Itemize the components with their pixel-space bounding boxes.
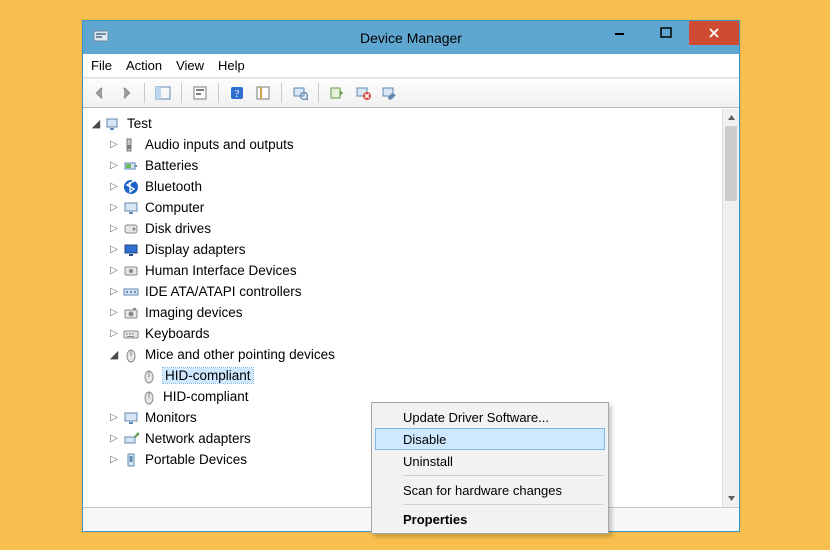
menu-action[interactable]: Action (126, 58, 162, 73)
minimize-button[interactable] (597, 21, 643, 45)
expand-arrow-icon[interactable]: ▷ (107, 201, 121, 215)
expand-arrow-icon[interactable]: ▷ (107, 159, 121, 173)
maximize-button[interactable] (643, 21, 689, 45)
tree-node[interactable]: ▷ Bluetooth (89, 176, 722, 197)
ctx-separator (403, 475, 603, 476)
network-icon (123, 431, 139, 447)
tree-node-label: Portable Devices (145, 452, 247, 467)
expand-arrow-icon[interactable]: ▷ (107, 327, 121, 341)
tree-node-label: Batteries (145, 158, 198, 173)
disable-button[interactable] (378, 82, 400, 104)
mouse-icon (141, 368, 157, 384)
expand-arrow-icon[interactable]: ▷ (107, 222, 121, 236)
ctx-separator (403, 504, 603, 505)
tree-node[interactable]: ▷ IDE ATA/ATAPI controllers (89, 281, 722, 302)
tree-node[interactable]: ▷ Human Interface Devices (89, 260, 722, 281)
scan-hardware-button[interactable] (289, 82, 311, 104)
context-menu: Update Driver Software... Disable Uninst… (371, 402, 609, 534)
monitor-icon (123, 410, 139, 426)
svg-text:?: ? (235, 88, 240, 100)
mouse-icon (141, 389, 157, 405)
back-button[interactable] (89, 82, 111, 104)
portable-icon (123, 452, 139, 468)
device-manager-window: Device Manager File Action View Help (82, 20, 740, 532)
uninstall-button[interactable] (352, 82, 374, 104)
speaker-icon (123, 137, 139, 153)
tree-node-label: Test (127, 116, 152, 131)
ctx-uninstall[interactable]: Uninstall (375, 450, 605, 472)
scroll-down-arrow[interactable] (723, 490, 739, 507)
vertical-scrollbar[interactable] (722, 109, 739, 507)
toolbar: ? (83, 78, 739, 108)
tree-node-label: Display adapters (145, 242, 246, 257)
disk-icon (123, 221, 139, 237)
forward-button[interactable] (115, 82, 137, 104)
ide-icon (123, 284, 139, 300)
keyboard-icon (123, 326, 139, 342)
menu-file[interactable]: File (91, 58, 112, 73)
titlebar: Device Manager (83, 21, 739, 54)
tree-node[interactable]: ▷ Keyboards (89, 323, 722, 344)
display-icon (123, 242, 139, 258)
menu-view[interactable]: View (176, 58, 204, 73)
tree-node-label: Keyboards (145, 326, 210, 341)
tree-node[interactable]: ▷ Batteries (89, 155, 722, 176)
menu-help[interactable]: Help (218, 58, 245, 73)
expand-arrow-icon[interactable]: ▷ (107, 264, 121, 278)
expand-arrow-icon[interactable]: ▷ (107, 432, 121, 446)
hid-icon (123, 263, 139, 279)
tree-node[interactable]: ◢ Test (89, 113, 722, 134)
tree-node-label: Disk drives (145, 221, 211, 236)
collapse-arrow-icon[interactable]: ◢ (89, 117, 103, 131)
scroll-thumb[interactable] (725, 126, 737, 201)
scroll-up-arrow[interactable] (723, 109, 739, 126)
expand-arrow-icon[interactable]: ▷ (107, 411, 121, 425)
tree-node[interactable]: ▷ Imaging devices (89, 302, 722, 323)
computer-icon (123, 200, 139, 216)
ctx-disable[interactable]: Disable (375, 428, 605, 450)
tree-node[interactable]: ▷ Disk drives (89, 218, 722, 239)
tree-node[interactable]: ▷ Audio inputs and outputs (89, 134, 722, 155)
menubar: File Action View Help (83, 54, 739, 78)
window-controls (597, 21, 739, 54)
imaging-icon (123, 305, 139, 321)
tree-node-label: Bluetooth (145, 179, 202, 194)
battery-icon (123, 158, 139, 174)
ctx-scan[interactable]: Scan for hardware changes (375, 479, 605, 501)
expand-arrow-icon[interactable]: ▷ (107, 285, 121, 299)
tree-node-label: HID-compliant (163, 389, 249, 404)
action-button[interactable] (252, 82, 274, 104)
tree-node-label: HID-compliant (163, 368, 253, 383)
show-hide-console-tree-button[interactable] (152, 82, 174, 104)
tree-node-label: IDE ATA/ATAPI controllers (145, 284, 302, 299)
expand-arrow-icon[interactable]: ▷ (107, 138, 121, 152)
tree-node-label: Network adapters (145, 431, 251, 446)
tree-node-label: Human Interface Devices (145, 263, 297, 278)
update-driver-button[interactable] (326, 82, 348, 104)
expand-arrow-icon[interactable]: ▷ (107, 306, 121, 320)
properties-button[interactable] (189, 82, 211, 104)
computerRoot-icon (105, 116, 121, 132)
tree-node-label: Mice and other pointing devices (145, 347, 335, 362)
bluetooth-icon (123, 179, 139, 195)
tree-node[interactable]: ◢ Mice and other pointing devices (89, 344, 722, 365)
expand-arrow-icon[interactable]: ▷ (107, 180, 121, 194)
expand-arrow-icon[interactable]: ▷ (107, 453, 121, 467)
tree-node-label: Computer (145, 200, 204, 215)
tree-node-label: Imaging devices (145, 305, 243, 320)
tree-node[interactable]: ▷ Display adapters (89, 239, 722, 260)
expand-arrow-icon[interactable]: ▷ (107, 243, 121, 257)
close-button[interactable] (689, 21, 739, 45)
help-button[interactable]: ? (226, 82, 248, 104)
tree-node[interactable]: ▷ Computer (89, 197, 722, 218)
mouse-icon (123, 347, 139, 363)
ctx-update-driver[interactable]: Update Driver Software... (375, 406, 605, 428)
collapse-arrow-icon[interactable]: ◢ (107, 348, 121, 362)
tree-node[interactable]: ▷HID-compliant (89, 365, 722, 386)
tree-node-label: Audio inputs and outputs (145, 137, 294, 152)
app-icon (93, 29, 109, 45)
tree-node-label: Monitors (145, 410, 197, 425)
ctx-properties[interactable]: Properties (375, 508, 605, 530)
